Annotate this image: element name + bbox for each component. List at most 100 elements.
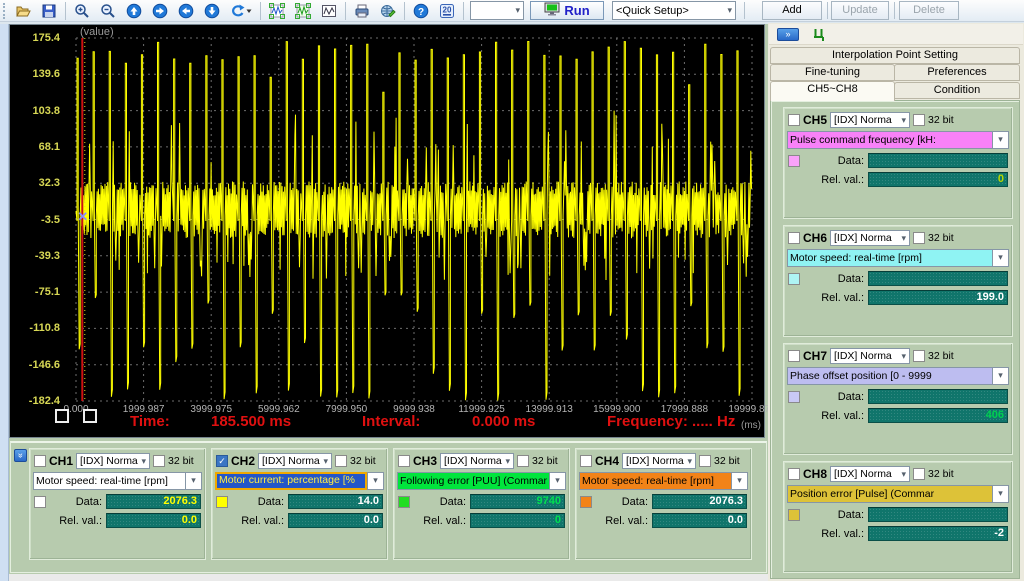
pan-left-icon[interactable] bbox=[173, 1, 199, 21]
save-icon[interactable] bbox=[36, 1, 62, 21]
channel-signal-select[interactable]: Position error [Pulse] (Commar bbox=[787, 485, 992, 503]
chevron-down-icon[interactable]: ▾ bbox=[549, 472, 566, 490]
chevron-down-icon[interactable]: ▾ bbox=[731, 472, 748, 490]
channel-enable-checkbox[interactable] bbox=[788, 468, 800, 480]
toolbar-grip[interactable] bbox=[3, 3, 6, 19]
channel-rel-row: Rel. val.: 0 bbox=[788, 172, 1008, 187]
channel-signal-select[interactable]: Motor speed: real-time [rpm] bbox=[787, 249, 992, 267]
channel-signal-select[interactable]: Phase offset position [0 - 9999 bbox=[787, 367, 992, 385]
channel-enable-checkbox[interactable] bbox=[788, 350, 800, 362]
tab-fine-tuning[interactable]: Fine-tuning bbox=[770, 64, 895, 81]
channel-enable-checkbox[interactable] bbox=[788, 114, 800, 126]
delete-button[interactable]: Delete bbox=[899, 1, 959, 20]
channel-data-value: 2076.3 bbox=[652, 494, 747, 509]
channel-color-swatch[interactable] bbox=[216, 496, 228, 508]
update-button[interactable]: Update bbox=[831, 1, 889, 20]
channel-signal-row: Position error [Pulse] (Commar ▾ bbox=[787, 485, 1009, 503]
cursor-b-button[interactable] bbox=[83, 409, 97, 423]
channel-enable-checkbox[interactable] bbox=[398, 455, 410, 467]
rel-val-label: Rel. val.: bbox=[788, 292, 864, 304]
channel-32bit-checkbox[interactable] bbox=[913, 350, 925, 362]
fit-view-2-icon[interactable] bbox=[290, 1, 316, 21]
open-file-icon[interactable] bbox=[10, 1, 36, 21]
channel-signal-select[interactable]: Motor current: percentage [% bbox=[215, 472, 367, 490]
tab-interpolation-point-setting[interactable]: Interpolation Point Setting bbox=[770, 47, 1020, 64]
channel-mode-select[interactable]: [IDX] Norma ▾ bbox=[830, 348, 910, 364]
channel-signal-select[interactable]: Motor speed: real-time [rpm] bbox=[33, 472, 185, 490]
channel-enable-checkbox[interactable] bbox=[580, 455, 592, 467]
channel-color-swatch[interactable] bbox=[788, 509, 800, 521]
tab-ch5-ch8[interactable]: CH5~CH8 bbox=[770, 81, 895, 101]
pan-right-icon[interactable] bbox=[147, 1, 173, 21]
channel-mode-select[interactable]: [IDX] Norma ▾ bbox=[622, 453, 696, 469]
channel-mode-select[interactable]: [IDX] Norma ▾ bbox=[830, 466, 910, 482]
undo-icon[interactable] bbox=[225, 1, 257, 21]
waveform-plot[interactable]: ✕ bbox=[10, 25, 766, 439]
chevron-down-icon[interactable]: ▾ bbox=[992, 249, 1009, 267]
channel-32bit-checkbox[interactable] bbox=[913, 114, 925, 126]
pan-down-icon[interactable] bbox=[199, 1, 225, 21]
channel-box-ch1: CH1 [IDX] Norma ▾ 32 bit Motor speed: re… bbox=[29, 448, 206, 560]
channel-box-ch4: CH4 [IDX] Norma ▾ 32 bit Motor speed: re… bbox=[575, 448, 752, 560]
quick-setup-select[interactable]: <Quick Setup> ▾ bbox=[612, 1, 736, 20]
chevron-down-icon[interactable]: ▾ bbox=[992, 485, 1009, 503]
toolbar-separator bbox=[463, 2, 464, 20]
channel-color-swatch[interactable] bbox=[788, 391, 800, 403]
channel-mode-value: [IDX] Norma bbox=[834, 232, 892, 244]
channel-32bit-checkbox[interactable] bbox=[913, 468, 925, 480]
data-label: Data: bbox=[596, 496, 648, 508]
fit-view-1-icon[interactable] bbox=[264, 1, 290, 21]
channel-signal-select[interactable]: Following error [PUU] (Commar bbox=[397, 472, 549, 490]
channel-color-swatch[interactable] bbox=[34, 496, 46, 508]
zoom-in-icon[interactable] bbox=[69, 1, 95, 21]
data-label: Data: bbox=[232, 496, 284, 508]
channel-mode-select[interactable]: [IDX] Norma ▾ bbox=[830, 112, 910, 128]
channel-data-row: Data: bbox=[788, 389, 1008, 404]
chevron-down-icon[interactable]: ▾ bbox=[992, 131, 1009, 149]
pan-up-icon[interactable] bbox=[121, 1, 147, 21]
language-20-icon[interactable]: 20 bbox=[434, 1, 460, 21]
add-button[interactable]: Add bbox=[762, 1, 822, 20]
channel-32bit-checkbox[interactable] bbox=[153, 455, 165, 467]
channel-color-swatch[interactable] bbox=[788, 155, 800, 167]
toolbar-separator bbox=[345, 2, 346, 20]
channel-color-swatch[interactable] bbox=[398, 496, 410, 508]
expand-panel-button[interactable]: » bbox=[777, 28, 799, 41]
channel-color-swatch[interactable] bbox=[788, 273, 800, 285]
channel-32bit-checkbox[interactable] bbox=[517, 455, 529, 467]
pin-icon[interactable] bbox=[811, 27, 825, 46]
print-icon[interactable] bbox=[349, 1, 375, 21]
channel-mode-select[interactable]: [IDX] Norma ▾ bbox=[830, 230, 910, 246]
channel-enable-checkbox[interactable]: ✓ bbox=[216, 455, 228, 467]
channel-32bit-checkbox[interactable] bbox=[335, 455, 347, 467]
chevron-down-icon[interactable]: ▾ bbox=[185, 472, 202, 490]
channel-signal-select[interactable]: Pulse command frequency [kH: bbox=[787, 131, 992, 149]
tab-preferences[interactable]: Preferences bbox=[894, 64, 1020, 81]
collapse-channels-button[interactable]: » bbox=[14, 449, 27, 462]
zoom-out-icon[interactable] bbox=[95, 1, 121, 21]
channel-data-row: Data: 9740 bbox=[398, 494, 565, 509]
tab-condition[interactable]: Condition bbox=[894, 82, 1020, 99]
channel-mode-select[interactable]: [IDX] Norma ▾ bbox=[440, 453, 514, 469]
channel-mode-select[interactable]: [IDX] Norma ▾ bbox=[258, 453, 332, 469]
channel-signal-select[interactable]: Motor speed: real-time [rpm] bbox=[579, 472, 731, 490]
chevron-down-icon[interactable]: ▾ bbox=[367, 472, 384, 490]
channel-32bit-checkbox[interactable] bbox=[913, 232, 925, 244]
export-icon[interactable] bbox=[375, 1, 401, 21]
channel-32bit-checkbox[interactable] bbox=[699, 455, 711, 467]
channel-enable-checkbox[interactable] bbox=[34, 455, 46, 467]
toolbar-separator bbox=[404, 2, 405, 20]
device-select[interactable]: ▾ bbox=[470, 1, 524, 20]
cursor-a-button[interactable] bbox=[55, 409, 69, 423]
channel-mode-select[interactable]: [IDX] Norma ▾ bbox=[76, 453, 150, 469]
chevron-down-icon: ▾ bbox=[141, 456, 146, 467]
bottom-channels-row: CH1 [IDX] Norma ▾ 32 bit Motor speed: re… bbox=[29, 448, 752, 560]
channel-data-row: Data: bbox=[788, 153, 1008, 168]
help-icon[interactable]: ? bbox=[408, 1, 434, 21]
scope-view-icon[interactable] bbox=[316, 1, 342, 21]
chevron-down-icon[interactable]: ▾ bbox=[992, 367, 1009, 385]
run-button[interactable]: Run bbox=[530, 1, 604, 20]
channel-color-swatch[interactable] bbox=[580, 496, 592, 508]
channel-enable-checkbox[interactable] bbox=[788, 232, 800, 244]
chevron-down-icon: ▾ bbox=[901, 351, 906, 362]
